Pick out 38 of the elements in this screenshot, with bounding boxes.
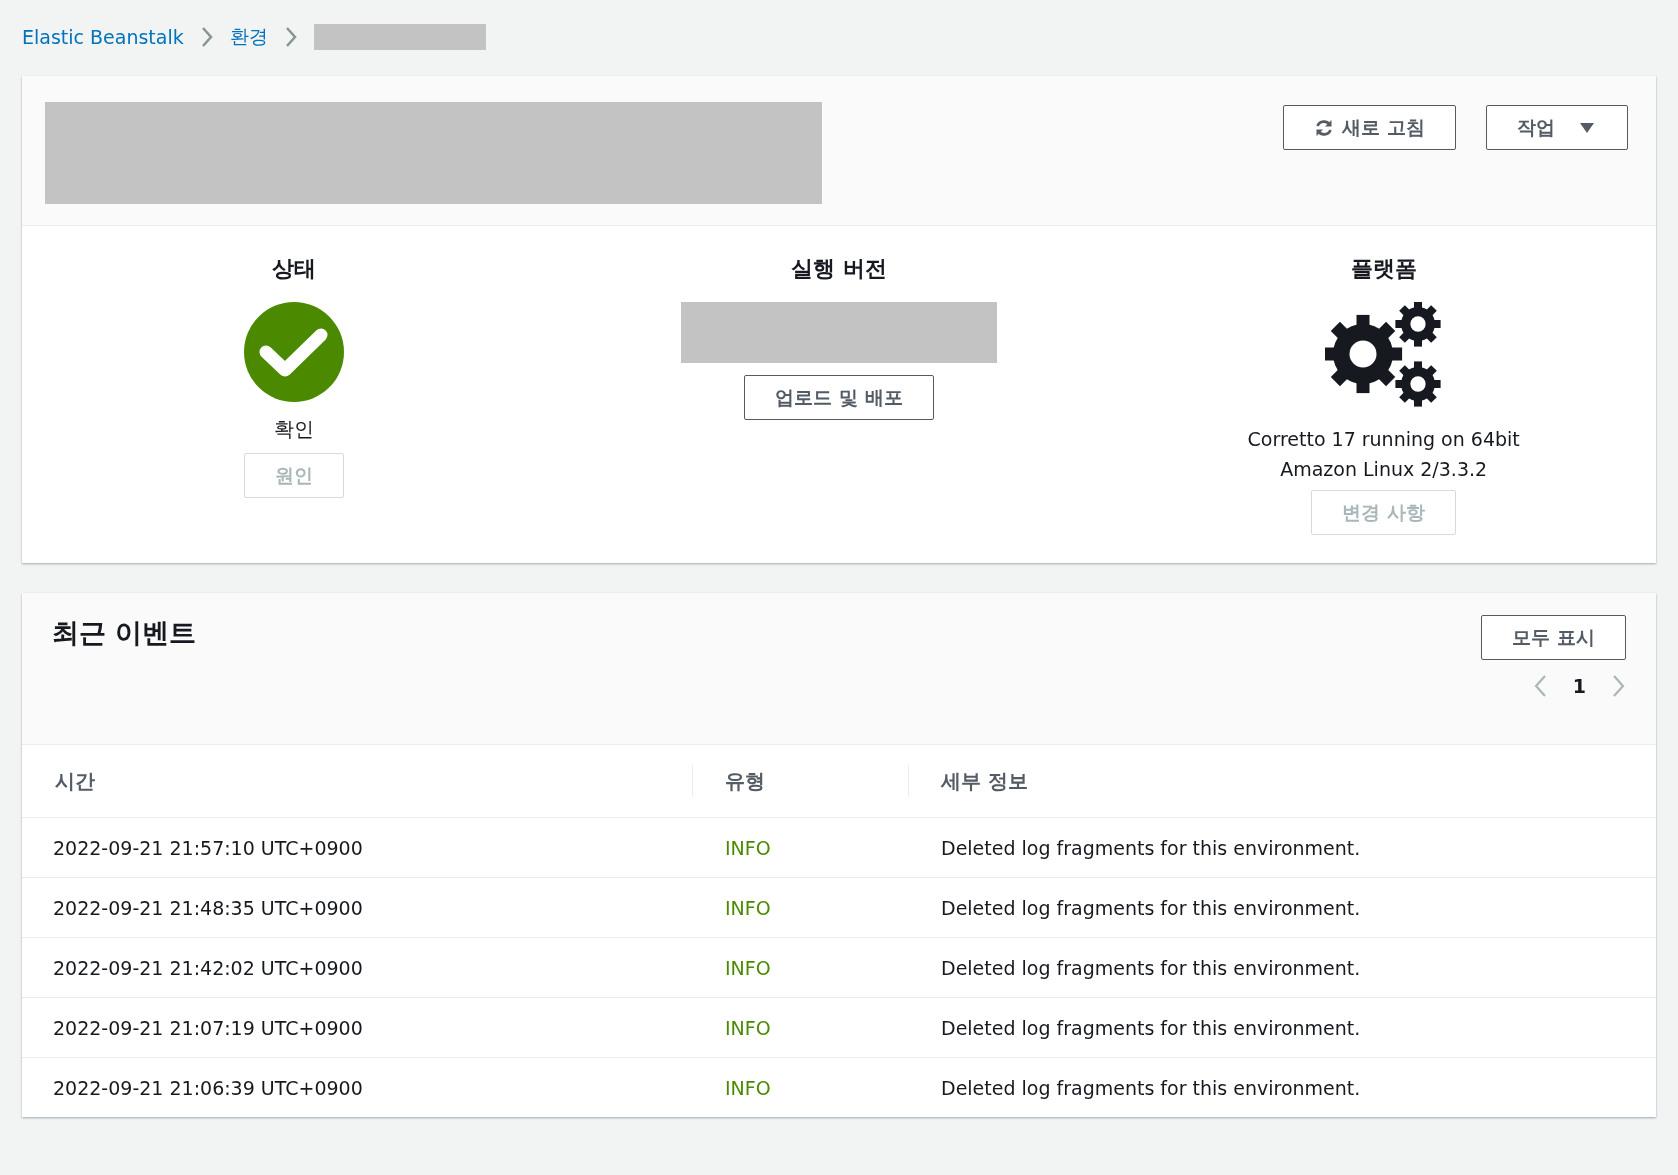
event-type: INFO <box>692 877 908 938</box>
column-header[interactable]: 시간 <box>22 745 692 818</box>
page-number[interactable]: 1 <box>1572 675 1586 697</box>
refresh-button[interactable]: 새로 고침 <box>1283 105 1456 150</box>
gears-icon <box>1324 302 1443 410</box>
chevron-left-icon <box>1532 674 1547 698</box>
table-cell: 2022-09-21 21:48:35 UTC+0900 <box>22 877 692 938</box>
table-cell: 2022-09-21 21:06:39 UTC+0900 <box>22 1057 692 1117</box>
event-type: INFO <box>692 997 908 1058</box>
table-cell: 2022-09-21 21:42:02 UTC+0900 <box>22 937 692 998</box>
section-heading: 상태 <box>272 255 317 283</box>
table-cell: Deleted log fragments for this environment. <box>908 997 1656 1058</box>
table-cell: Deleted log fragments for this environment. <box>908 817 1656 878</box>
chevron-right-icon <box>199 26 214 48</box>
show-all-button[interactable]: 모두 표시 <box>1481 615 1626 660</box>
breadcrumb-link[interactable]: Elastic Beanstalk <box>22 26 184 48</box>
panel-title: 최근 이벤트 <box>52 616 197 650</box>
refresh-icon <box>1314 117 1335 138</box>
breadcrumb-link[interactable]: 환경 <box>229 24 268 50</box>
table-cell: Deleted log fragments for this environment. <box>908 1057 1656 1117</box>
event-type: INFO <box>692 817 908 878</box>
column-header[interactable]: 세부 정보 <box>908 745 1656 818</box>
table-cell: 2022-09-21 21:07:19 UTC+0900 <box>22 997 692 1058</box>
column-header[interactable]: 유형 <box>692 745 908 818</box>
table-cell: 2022-09-21 21:57:10 UTC+0900 <box>22 817 692 878</box>
chevron-right-icon <box>283 26 298 48</box>
actions-dropdown[interactable]: 작업 <box>1486 105 1628 150</box>
platform-description: Corretto 17 running on 64bit Amazon Linux 2/3.3.2 <box>1247 427 1520 482</box>
chevron-right-icon <box>1612 674 1626 698</box>
section-heading: 실행 버전 <box>791 255 887 283</box>
table-cell: Deleted log fragments for this environment. <box>908 877 1656 938</box>
event-type: INFO <box>692 937 908 998</box>
action-button[interactable]: 업로드 및 배포 <box>744 375 934 420</box>
event-type: INFO <box>692 1057 908 1117</box>
section-heading: 플랫폼 <box>1350 255 1417 283</box>
health-status: 확인 <box>274 416 315 443</box>
check-circle-icon <box>244 302 345 402</box>
table-cell: Deleted log fragments for this environment. <box>908 937 1656 998</box>
